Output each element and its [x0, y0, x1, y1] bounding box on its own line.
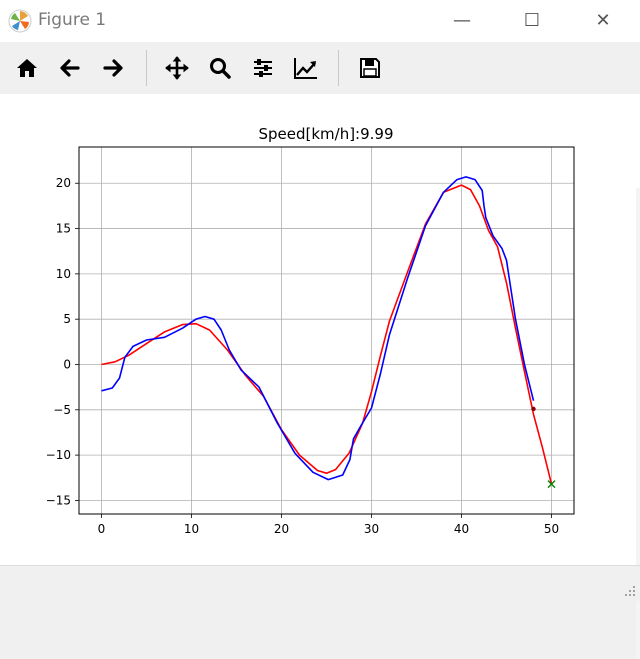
y-tick-label: −5: [53, 403, 71, 417]
save-button[interactable]: [354, 52, 386, 84]
x-tick-label: 10: [184, 522, 199, 536]
y-tick-label: 0: [63, 357, 71, 371]
status-bar: [0, 565, 640, 601]
home-icon: [17, 59, 37, 77]
move-icon: [165, 56, 189, 80]
resize-grip-icon[interactable]: [624, 585, 636, 597]
x-tick-label: 20: [274, 522, 289, 536]
vehicle-marker: [531, 406, 536, 412]
zoom-button[interactable]: [204, 52, 236, 84]
trajectory-line: [101, 176, 535, 481]
figure-canvas[interactable]: 0 10 20 30 40 50 −15 −10 −5 0 5 10 15 20 Speed[km/h]:…: [0, 94, 640, 659]
minimize-button[interactable]: —: [445, 8, 479, 34]
floppy-disk-icon: [360, 58, 380, 78]
chart-line-icon: [294, 58, 317, 79]
edit-axis-button[interactable]: [290, 52, 322, 84]
x-tick-label: 40: [454, 522, 469, 536]
arrow-right-icon: [103, 59, 123, 77]
forward-button[interactable]: [97, 52, 129, 84]
window-title: Figure 1: [38, 10, 107, 30]
window-titlebar: Figure 1 — ☐ ✕: [0, 0, 640, 42]
pan-button[interactable]: [161, 52, 193, 84]
x-tick-label: 30: [364, 522, 379, 536]
axes-frame: [78, 146, 575, 515]
home-button[interactable]: [11, 52, 43, 84]
configure-subplots-button[interactable]: [247, 52, 279, 84]
x-tick-label: 50: [544, 522, 559, 536]
sliders-icon: [254, 59, 272, 77]
plot-area[interactable]: 0 10 20 30 40 50 −15 −10 −5 0 5 10 15 20 Speed[km/h]:…: [0, 94, 640, 565]
close-button[interactable]: ✕: [586, 8, 620, 34]
x-tick-label: 0: [98, 522, 106, 536]
matplotlib-logo-icon: [8, 9, 32, 33]
y-tick-label: 10: [56, 267, 71, 281]
chart-title: Speed[km/h]:9.99: [258, 125, 393, 143]
navigation-toolbar: [0, 42, 640, 94]
toolbar-separator: [338, 50, 339, 86]
maximize-button[interactable]: ☐: [515, 8, 549, 34]
back-button[interactable]: [54, 52, 86, 84]
y-tick-label: 20: [56, 176, 71, 190]
arrow-left-icon: [60, 59, 80, 77]
toolbar-separator: [146, 50, 147, 86]
y-tick-label: −10: [46, 448, 71, 462]
y-tick-label: 15: [56, 222, 71, 236]
y-tick-label: −15: [46, 493, 71, 507]
magnifier-icon: [210, 58, 231, 79]
y-tick-label: 5: [63, 312, 71, 326]
